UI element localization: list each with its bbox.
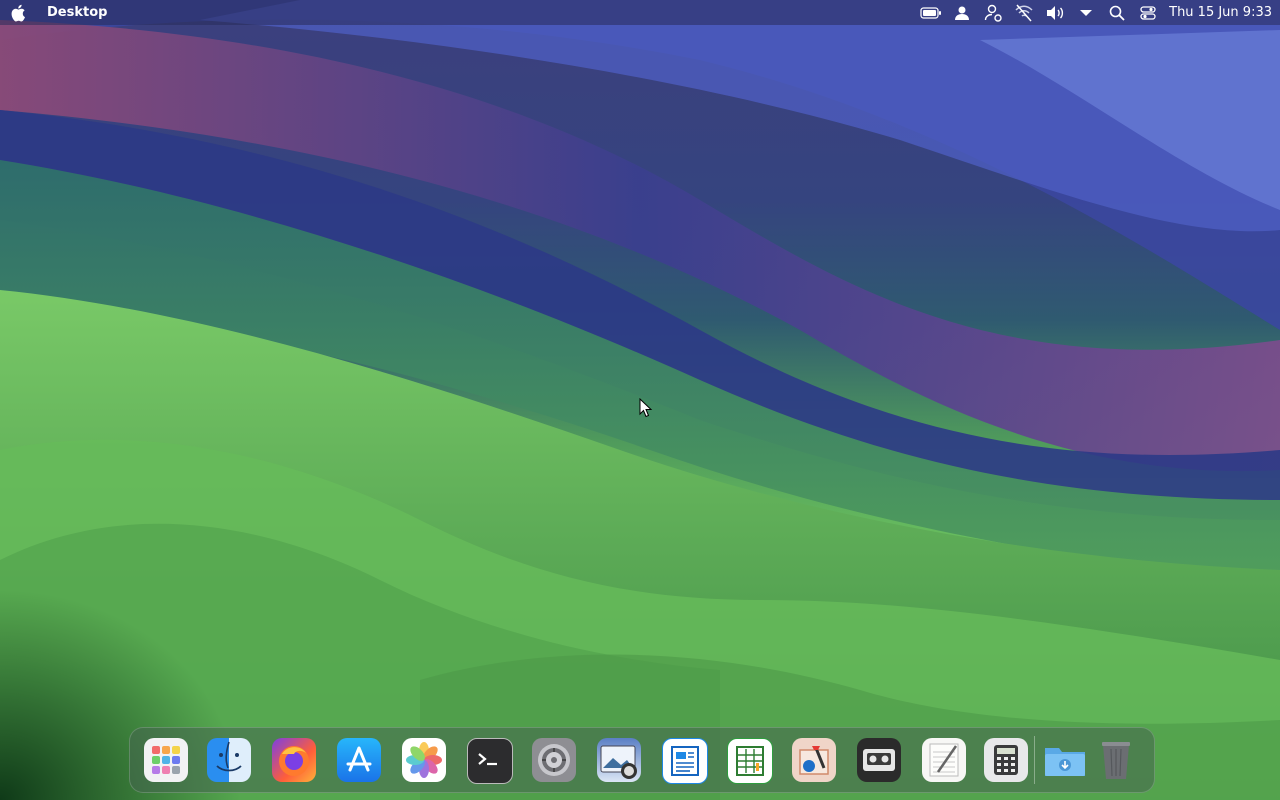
firefox-icon[interactable]: [272, 738, 316, 782]
wifi-off-icon[interactable]: [1008, 0, 1039, 25]
spreadsheet-icon[interactable]: [727, 738, 773, 784]
terminal-icon[interactable]: [467, 738, 513, 784]
trash-icon[interactable]: [1094, 738, 1138, 782]
menu-clock[interactable]: Thu 15 Jun 9:33: [1169, 5, 1272, 20]
system-settings-icon[interactable]: [532, 738, 576, 782]
dock-separator: [1034, 736, 1035, 784]
control-center-icon[interactable]: [1132, 0, 1163, 25]
volume-icon[interactable]: [1039, 0, 1070, 25]
calculator-icon[interactable]: [984, 738, 1028, 782]
screenshot-icon[interactable]: [597, 738, 641, 782]
launchpad-icon[interactable]: [144, 738, 188, 782]
dock: [129, 727, 1155, 793]
tape-recorder-icon[interactable]: [857, 738, 901, 782]
downloads-folder-icon[interactable]: [1043, 738, 1087, 782]
text-editor-icon[interactable]: [922, 738, 966, 782]
menu-bar: Desktop Thu 15 Jun 9:33: [0, 0, 1280, 25]
mouse-pointer-icon: [639, 397, 653, 422]
app-store-icon[interactable]: [337, 738, 381, 782]
user-icon[interactable]: [946, 0, 977, 25]
battery-icon[interactable]: [915, 0, 946, 25]
apple-menu-icon[interactable]: [0, 0, 38, 25]
image-editor-icon[interactable]: [792, 738, 836, 782]
photos-icon[interactable]: [402, 738, 446, 782]
accounts-icon[interactable]: [977, 0, 1008, 25]
search-icon[interactable]: [1101, 0, 1132, 25]
text-document-icon[interactable]: [662, 738, 708, 784]
active-app-name[interactable]: Desktop: [47, 5, 107, 20]
status-area: Thu 15 Jun 9:33: [915, 0, 1272, 25]
finder-icon[interactable]: [207, 738, 251, 782]
dropdown-icon[interactable]: [1070, 0, 1101, 25]
